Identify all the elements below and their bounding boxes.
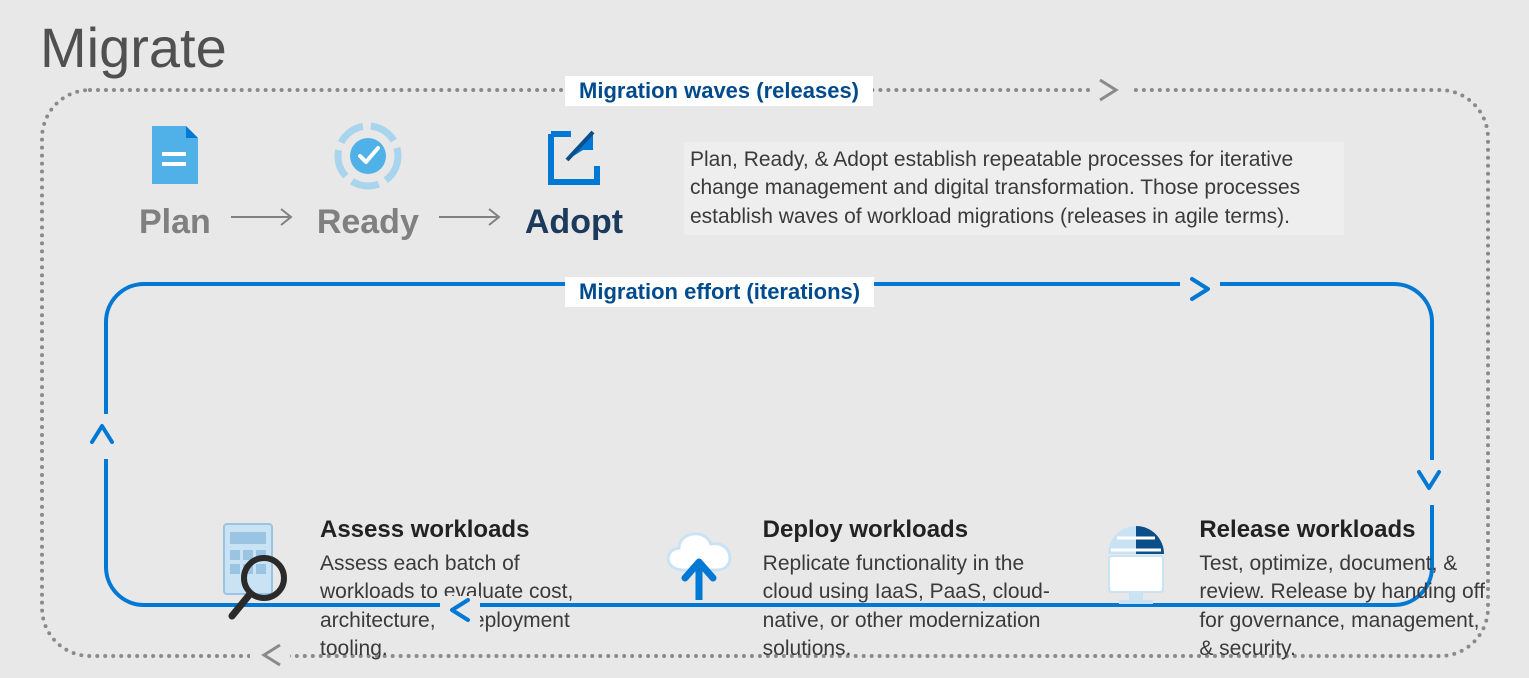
step-ready: Ready — [317, 122, 419, 242]
outer-waves-container: Plan Ready — [40, 88, 1490, 658]
release-desc: Test, optimize, document, & review. Rele… — [1199, 550, 1488, 663]
workload-deploy: Deploy workloads Replicate functionality… — [655, 516, 1052, 663]
page-title: Migrate — [40, 15, 227, 80]
inner-effort-container: Assess workloads Assess each batch of wo… — [104, 282, 1434, 607]
release-title: Release workloads — [1199, 516, 1488, 544]
arrow-right-icon — [437, 207, 507, 232]
chevron-up-icon — [88, 414, 116, 459]
adopt-icon — [543, 126, 605, 195]
assess-title: Assess workloads — [320, 516, 615, 544]
workloads-row: Assess workloads Assess each batch of wo… — [218, 516, 1488, 663]
outer-label: Migration waves (releases) — [565, 76, 873, 106]
process-description: Plan, Ready, & Adopt establish repeatabl… — [684, 142, 1344, 235]
ready-label: Ready — [317, 203, 419, 242]
arrow-right-icon — [229, 207, 299, 232]
deploy-title: Deploy workloads — [763, 516, 1052, 544]
ready-icon — [334, 122, 402, 195]
top-steps-row: Plan Ready — [139, 122, 623, 242]
deploy-icon — [655, 522, 745, 663]
release-icon — [1091, 522, 1181, 663]
adopt-label: Adopt — [525, 203, 623, 242]
chevron-left-icon — [250, 643, 290, 672]
chevron-right-icon — [1090, 78, 1130, 107]
deploy-desc: Replicate functionality in the cloud usi… — [763, 550, 1052, 663]
step-plan: Plan — [139, 126, 211, 242]
plan-icon — [146, 126, 204, 195]
chevron-left-icon — [440, 596, 480, 629]
inner-label: Migration effort (iterations) — [565, 277, 874, 307]
workload-assess: Assess workloads Assess each batch of wo… — [218, 516, 615, 663]
chevron-down-icon — [1415, 460, 1443, 505]
step-adopt: Adopt — [525, 126, 623, 242]
workload-release: Release workloads Test, optimize, docume… — [1091, 516, 1488, 663]
chevron-right-icon — [1180, 275, 1220, 308]
plan-label: Plan — [139, 203, 211, 242]
